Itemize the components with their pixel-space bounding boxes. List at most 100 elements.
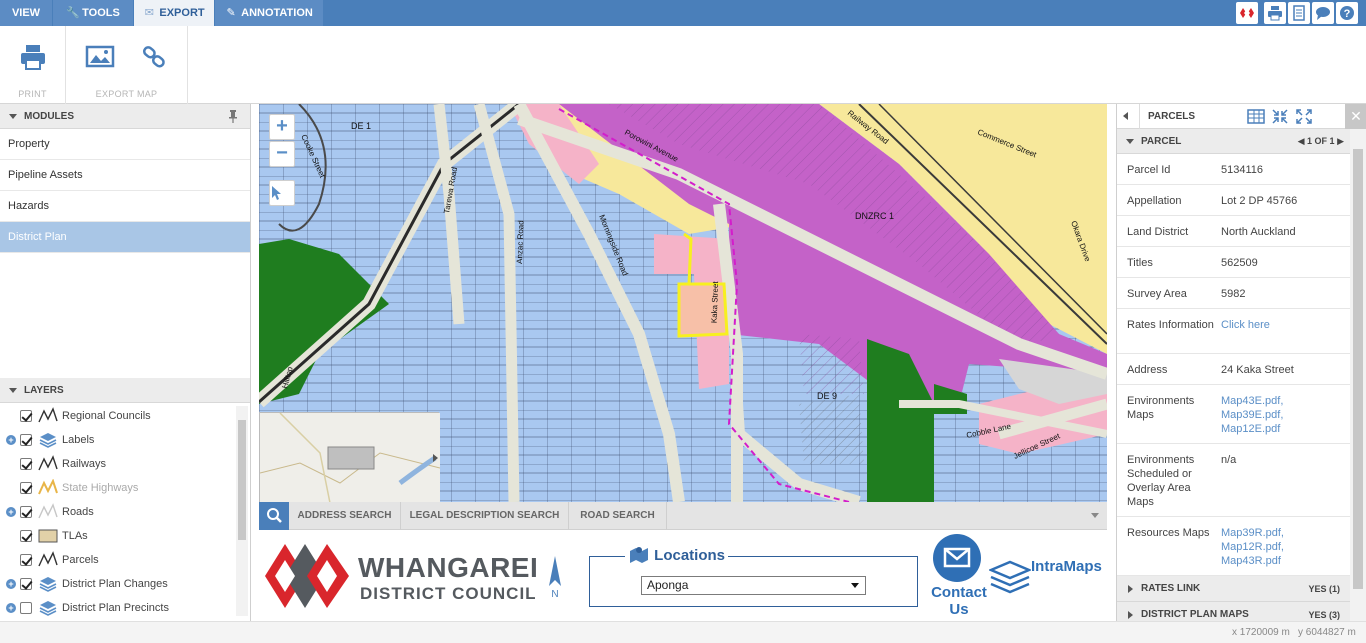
- tab-view[interactable]: VIEW: [0, 0, 52, 26]
- layer-row[interactable]: + Labels: [0, 428, 234, 452]
- layer-checkbox[interactable]: [20, 458, 32, 470]
- map-canvas[interactable]: DE 1 DNZRC 1 DE 9 Cooke Street Tarewa Ro…: [259, 104, 1107, 502]
- layer-row[interactable]: TLAs: [0, 524, 234, 548]
- tab-road-search[interactable]: ROAD SEARCH: [569, 502, 667, 530]
- layer-checkbox[interactable]: [20, 554, 32, 566]
- select-tool-button[interactable]: [269, 180, 295, 206]
- back-arrow-icon[interactable]: [1123, 112, 1128, 120]
- attribute-key: Resources Maps: [1127, 527, 1210, 539]
- layer-label: State Highways: [62, 482, 139, 494]
- attribute-row: Environments Maps Map43E.pdf, Map39E.pdf, M…: [1117, 385, 1350, 444]
- close-panel-button[interactable]: ✕: [1345, 104, 1366, 129]
- tab-legal-description-search[interactable]: LEGAL DESCRIPTION SEARCH: [401, 502, 569, 530]
- attribute-link[interactable]: Map43E.pdf,: [1221, 395, 1283, 407]
- attribute-key: Environments Scheduled or Overlay Area M…: [1127, 454, 1195, 508]
- layer-checkbox[interactable]: [20, 506, 32, 518]
- zone-label-de1: DE 1: [351, 121, 371, 131]
- next-arrow-icon[interactable]: ▶: [1337, 136, 1344, 146]
- attribute-link[interactable]: Map39R.pdf,: [1221, 527, 1284, 539]
- attribute-row: Titles 562509: [1117, 247, 1350, 278]
- module-district-plan[interactable]: District Plan: [0, 222, 250, 253]
- image-icon: [85, 45, 115, 68]
- layer-label: District Plan Changes: [62, 578, 168, 590]
- zoom-in-icon: +: [276, 115, 288, 137]
- print-icon[interactable]: [1264, 2, 1286, 24]
- export-link-button[interactable]: [137, 40, 171, 74]
- scrollbar-thumb[interactable]: [1353, 149, 1363, 589]
- parcels-panel: PARCELS ✕ PARCEL ◀ 1 OF 1 ▶ Parcel Id 513…: [1116, 104, 1366, 628]
- zoom-out-icon: −: [276, 142, 288, 164]
- tab-export[interactable]: ✉ EXPORT: [134, 0, 214, 26]
- print-button[interactable]: [16, 40, 50, 74]
- expand-plus-icon[interactable]: +: [6, 435, 16, 445]
- attribute-link[interactable]: Map12R.pdf,: [1221, 541, 1284, 553]
- expand-plus-icon[interactable]: +: [6, 507, 16, 517]
- street-label: Kaka Street: [710, 280, 720, 323]
- export-image-button[interactable]: [83, 40, 117, 74]
- expand-plus-icon[interactable]: +: [6, 603, 16, 613]
- attribute-value: n/a: [1221, 453, 1346, 467]
- layer-checkbox[interactable]: [20, 578, 32, 590]
- council-logo: [265, 544, 349, 608]
- stack-icon: [38, 575, 58, 593]
- caret-down-icon: [9, 388, 17, 393]
- status-bar: x 1720009 m y 6044827 m: [0, 621, 1366, 643]
- tab-annotation[interactable]: ✎ ANNOTATION: [215, 0, 323, 26]
- attribute-value: 562509: [1221, 256, 1346, 270]
- expand-icon[interactable]: [1295, 108, 1313, 125]
- layer-checkbox[interactable]: [20, 482, 32, 494]
- zone-label-de9: DE 9: [817, 391, 837, 401]
- attribute-row: Land District North Auckland: [1117, 216, 1350, 247]
- layer-row[interactable]: Regional Councils: [0, 404, 234, 428]
- help-icon[interactable]: ?: [1336, 2, 1358, 24]
- document-icon[interactable]: [1288, 2, 1310, 24]
- layer-row[interactable]: Parcels: [0, 548, 234, 572]
- zoom-out-button[interactable]: −: [269, 141, 295, 167]
- attribute-link[interactable]: Map39E.pdf,: [1221, 409, 1283, 421]
- collapse-icon[interactable]: [1271, 108, 1289, 125]
- layer-row[interactable]: + District Plan Changes: [0, 572, 234, 596]
- attribute-row: Parcel Id 5134116: [1117, 154, 1350, 185]
- parcel-section-header[interactable]: PARCEL ◀ 1 OF 1 ▶: [1117, 129, 1350, 154]
- layers-scrollbar[interactable]: [236, 406, 248, 616]
- layer-checkbox[interactable]: [20, 434, 32, 446]
- layer-row[interactable]: State Highways: [0, 476, 234, 500]
- layers-header[interactable]: LAYERS: [0, 378, 250, 403]
- module-hazards[interactable]: Hazards: [0, 191, 250, 222]
- layer-row[interactable]: + Roads: [0, 500, 234, 524]
- scrollbar-thumb[interactable]: [238, 420, 246, 540]
- layer-checkbox[interactable]: [20, 410, 32, 422]
- print-group: PRINT: [0, 26, 66, 104]
- zoom-in-button[interactable]: +: [269, 114, 295, 140]
- chat-icon[interactable]: [1312, 2, 1334, 24]
- attribute-link[interactable]: Map12E.pdf: [1221, 423, 1280, 435]
- locations-title: Locations: [625, 545, 729, 564]
- export-map-group: EXPORT MAP: [66, 26, 188, 104]
- tab-tools[interactable]: 🔧 TOOLS: [53, 0, 133, 26]
- layer-checkbox[interactable]: [20, 602, 32, 614]
- attribute-link[interactable]: Map43R.pdf: [1221, 555, 1281, 567]
- parcels-scrollbar[interactable]: [1350, 129, 1366, 621]
- prev-arrow-icon[interactable]: ◀: [1298, 136, 1305, 146]
- caret-right-icon: [1128, 611, 1133, 619]
- intramaps-link[interactable]: IntraMaps: [1031, 558, 1102, 575]
- overview-map[interactable]: [259, 412, 440, 502]
- overview-map-image: [260, 413, 440, 502]
- module-pipeline-assets[interactable]: Pipeline Assets: [0, 160, 250, 191]
- collapse-chevron-icon[interactable]: [1091, 513, 1099, 518]
- collapsed-section[interactable]: RATES LINK YES (1): [1117, 576, 1350, 602]
- layer-checkbox[interactable]: [20, 530, 32, 542]
- layer-row[interactable]: + District Plan Precincts: [0, 596, 234, 620]
- pin-icon[interactable]: [228, 110, 238, 123]
- table-icon[interactable]: [1247, 108, 1265, 125]
- location-select[interactable]: Aponga: [641, 576, 866, 595]
- search-button[interactable]: [259, 502, 289, 530]
- attribute-link[interactable]: Click here: [1221, 319, 1270, 331]
- expand-plus-icon[interactable]: +: [6, 579, 16, 589]
- modules-header[interactable]: MODULES: [0, 104, 250, 129]
- layer-row[interactable]: Railways: [0, 452, 234, 476]
- wdc-logo-icon[interactable]: [1236, 2, 1258, 24]
- module-property[interactable]: Property: [0, 129, 250, 160]
- layer-label: TLAs: [62, 530, 88, 542]
- tab-address-search[interactable]: ADDRESS SEARCH: [289, 502, 401, 530]
